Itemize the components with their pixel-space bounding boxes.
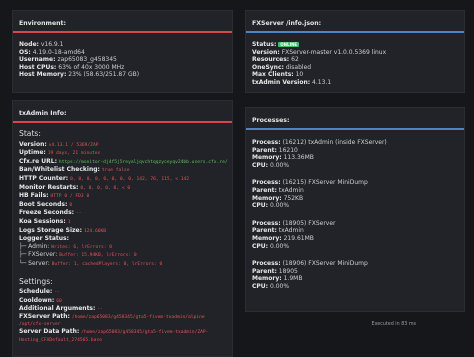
process-entry: Process: (16212) txAdmin (inside FXServe… <box>252 139 387 169</box>
fx-row-txadmin-version: txAdmin Version: 4.13.1 <box>252 78 332 86</box>
stat-logger-fxserver: ├─ FXServer: Buffer: 15.94KB, lrErrors: … <box>19 251 137 259</box>
fxserver-info-card: FXServer /info.json: Status: ONLINE Vers… <box>245 10 465 93</box>
fx-row-resources: Resources: 62 <box>252 56 299 64</box>
stat-version: Version: v4.13.1 / 5369/ZAP <box>19 140 99 148</box>
process-entry: Process: (18905) FXServer Parent: txAdmi… <box>252 219 336 250</box>
txadmin-info-card: txAdmin Info: Stats: Version: v4.13.1 / … <box>12 100 233 357</box>
process-entry: Process: (16215) FXServer MiniDump Paren… <box>252 179 368 210</box>
fx-row-max-clients: Max Clients: 10 <box>252 71 304 79</box>
processes-card: Processes: Process: (16212) txAdmin (ins… <box>245 107 465 312</box>
environment-card: Environment: Node: v16.9.1 OS: 4.19.0-18… <box>12 10 233 93</box>
fx-row-status: Status: ONLINE <box>252 41 300 48</box>
stat-cfxre-url: Cfx.re URL: https://monitor-dj4f5j5reyal… <box>19 157 228 165</box>
stat-ban-whitelist: Ban/Whitelist Checking: true false <box>19 166 130 174</box>
stat-koa-sessions: Koa Sessions: 1 <box>19 217 71 225</box>
cfxre-url-link[interactable]: https://monitor-dj4f5j5reyaljqvchtqqzyce… <box>59 160 228 165</box>
fx-row-onesync: OneSync: disabled <box>252 63 312 71</box>
status-badge: ONLINE <box>278 42 300 47</box>
stat-hb-fails: HB Fails: HTTP 0 / FD3 0 <box>19 192 90 200</box>
stat-boot-seconds: Boot Seconds: 0 <box>19 200 73 208</box>
stats-heading: Stats: <box>19 129 41 138</box>
env-row-os: OS: 4.19.0-18-amd64 <box>19 48 85 56</box>
settings-heading: Settings: <box>19 276 53 286</box>
stat-http-counter: HTTP Counter: 0, 0, 0, 0, 0, 0, 0, 0, 14… <box>19 174 190 182</box>
processes-title: Processes: <box>246 108 464 130</box>
stat-freeze-seconds: Freeze Seconds: -- <box>19 209 82 217</box>
env-row-username: Username: zap65083_g458345 <box>19 56 117 64</box>
env-row-host-memory: Host Memory: 23% (58.63/251.87 GB) <box>19 71 140 79</box>
env-row-node: Node: v16.9.1 <box>19 41 64 48</box>
stat-logs-storage: Logs Storage Size: 124.66KB <box>19 226 107 234</box>
setting-fxserver-path: FXServer Path: /home/zap65083/g458345/gt… <box>19 312 205 328</box>
process-entry: Process: (18906) FXServer MiniDump Paren… <box>252 260 368 290</box>
setting-schedule: Schedule: -- <box>19 288 60 296</box>
txadmin-info-title: txAdmin Info: <box>13 101 232 123</box>
setting-server-data-path: Server Data Path: /home/zap65083/g458345… <box>19 328 209 343</box>
env-row-host-cpus: Host CPUs: 63% of 40x 3000 MHz <box>19 63 125 71</box>
fx-row-version: Version: FXServer-master v1.0.0.5369 lin… <box>252 48 387 56</box>
stat-logger-server: └─ Server: Buffer: 1, cachedPlayers: 0, … <box>19 259 163 267</box>
environment-title: Environment: <box>13 11 232 33</box>
setting-cooldown: Cooldown: 60 <box>19 296 62 304</box>
executed-time-note: Executed in 83 ms <box>371 322 416 327</box>
stat-monitor-restarts: Monitor Restarts: 0, 0, 0, 0, 0, < 0 <box>19 183 131 191</box>
stat-uptime: Uptime: 19 days, 21 minutes <box>19 149 101 157</box>
stat-logger-status: Logger Status: <box>19 235 70 243</box>
fxserver-info-title: FXServer /info.json: <box>246 11 464 33</box>
